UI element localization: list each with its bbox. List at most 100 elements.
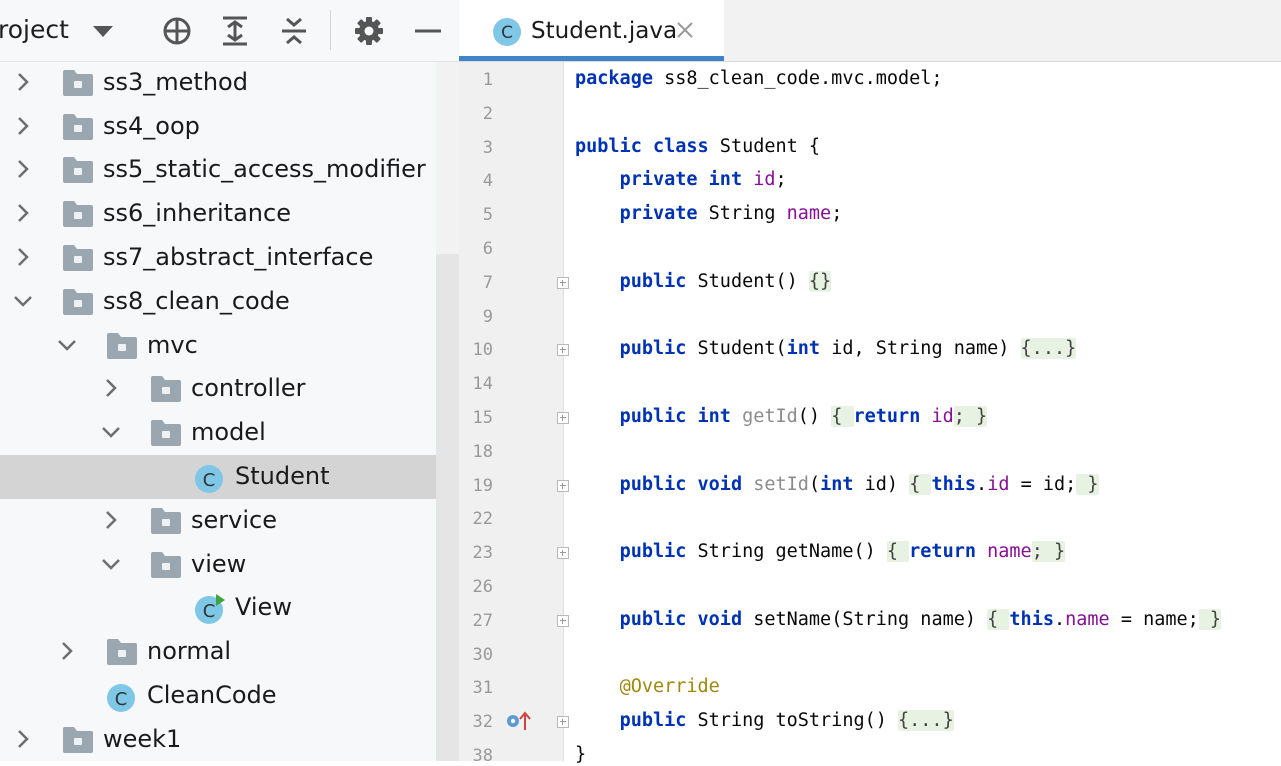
tree-item-ss7_abstract_interface[interactable]: ss7_abstract_interface bbox=[0, 236, 436, 280]
code-token: private bbox=[619, 169, 698, 191]
class-icon: C bbox=[106, 681, 138, 713]
code-token: id) bbox=[853, 473, 910, 495]
tree-item-label: ss5_static_access_modifier bbox=[103, 155, 426, 184]
code-token: int bbox=[697, 406, 731, 427]
code-token: ss8_clean_code.mvc.model; bbox=[652, 68, 943, 89]
code-token: Student() bbox=[686, 270, 809, 292]
code-token: setId bbox=[753, 473, 809, 495]
folder-icon bbox=[62, 726, 94, 754]
line-number: 32 bbox=[472, 712, 493, 733]
chevron-right-icon[interactable] bbox=[11, 70, 35, 94]
tree-item-ss4_oop[interactable]: ss4_oop bbox=[0, 105, 436, 149]
code-line: private String name; bbox=[575, 203, 843, 225]
fold-marker[interactable] bbox=[557, 276, 569, 289]
chevron-down-icon[interactable] bbox=[11, 289, 35, 313]
tree-item-label: mvc bbox=[147, 330, 198, 359]
folder-icon bbox=[150, 375, 182, 403]
code-token: {...} bbox=[1020, 338, 1077, 360]
gear-icon[interactable] bbox=[352, 14, 386, 48]
code-token: = name; bbox=[1109, 608, 1199, 630]
minimize-icon[interactable] bbox=[411, 14, 445, 48]
tree-item-normal[interactable]: normal bbox=[0, 630, 436, 674]
code-token: = id; bbox=[1009, 473, 1077, 495]
code-token: @Override bbox=[619, 676, 720, 698]
tree-item-controller[interactable]: controller bbox=[0, 367, 436, 411]
chevron-down-icon[interactable] bbox=[99, 420, 123, 444]
code-token: id bbox=[987, 473, 1010, 495]
code-token: ; } bbox=[1031, 541, 1066, 563]
project-tree: ss2_array_loopss3_methodss4_oopss5_stati… bbox=[0, 0, 459, 761]
fold-marker[interactable] bbox=[557, 479, 569, 492]
collapse-all-icon[interactable] bbox=[277, 14, 311, 48]
code-line: private int id; bbox=[575, 169, 787, 190]
folder-icon bbox=[62, 156, 94, 184]
tree-item-model[interactable]: model bbox=[0, 411, 436, 455]
tree-item-cleancode[interactable]: C CleanCode bbox=[0, 674, 436, 718]
fold-marker[interactable] bbox=[557, 547, 569, 560]
code-token: void bbox=[697, 608, 743, 630]
code-token: } bbox=[1076, 473, 1099, 495]
tree-item-ss8_clean_code[interactable]: ss8_clean_code bbox=[0, 280, 436, 324]
chevron-down-icon[interactable] bbox=[99, 552, 123, 576]
code-token: } bbox=[575, 744, 587, 765]
chevron-down-icon[interactable] bbox=[55, 333, 79, 357]
line-number: 22 bbox=[472, 509, 493, 530]
code-token: String toString() bbox=[686, 710, 899, 732]
tree-item-label: normal bbox=[147, 637, 232, 666]
tree-item-student[interactable]: C Student bbox=[0, 455, 436, 499]
fold-marker[interactable] bbox=[557, 716, 569, 729]
code-token: return bbox=[909, 541, 976, 563]
fold-marker[interactable] bbox=[557, 412, 569, 424]
expand-all-icon[interactable] bbox=[218, 14, 252, 48]
editor-gutter: 1 2 3 4 5 6 7 9 10 14 15 18 19 22 23 26 27 30 31 32 38 bbox=[459, 62, 569, 766]
editor-tab-bar: C Student.java bbox=[459, 0, 1281, 62]
tree-item-service[interactable]: service bbox=[0, 499, 436, 543]
active-tab-indicator bbox=[459, 56, 724, 61]
tree-item-view[interactable]: view bbox=[0, 543, 436, 587]
code-line: public class Student { bbox=[575, 136, 820, 157]
chevron-right-icon[interactable] bbox=[11, 245, 35, 269]
locate-icon[interactable] bbox=[160, 14, 194, 48]
fold-marker[interactable] bbox=[557, 344, 569, 357]
tree-item-view[interactable]: C View bbox=[0, 586, 436, 630]
code-token: public bbox=[575, 135, 642, 157]
chevron-right-icon[interactable] bbox=[11, 114, 35, 138]
tree-item-mvc[interactable]: mvc bbox=[0, 324, 436, 368]
line-number: 5 bbox=[482, 205, 493, 226]
tree-item-week1[interactable]: week1 bbox=[0, 718, 436, 761]
tree-item-ss5_static_access_modifier[interactable]: ss5_static_access_modifier bbox=[0, 148, 436, 192]
chevron-right-icon[interactable] bbox=[99, 376, 123, 400]
code-line: public String toString() {...} bbox=[575, 710, 954, 732]
tree-item-ss3_method[interactable]: ss3_method bbox=[0, 61, 436, 105]
tab-student-java[interactable]: C Student.java bbox=[459, 0, 724, 61]
override-marker-icon[interactable] bbox=[505, 710, 531, 732]
panel-title[interactable]: roject bbox=[0, 15, 69, 44]
chevron-right-icon[interactable] bbox=[11, 727, 35, 751]
chevron-down-icon[interactable] bbox=[86, 14, 120, 48]
code-token: id bbox=[753, 169, 776, 191]
tree-item-label: ss8_clean_code bbox=[103, 286, 290, 315]
chevron-right-icon[interactable] bbox=[55, 639, 79, 663]
code-token: Student { bbox=[708, 135, 821, 157]
code-token: this bbox=[931, 473, 977, 495]
tree-item-label: CleanCode bbox=[147, 681, 277, 709]
tree-item-ss6_inheritance[interactable]: ss6_inheritance bbox=[0, 192, 436, 236]
close-icon[interactable] bbox=[675, 20, 695, 40]
chevron-right-icon[interactable] bbox=[99, 508, 123, 532]
code-token: ; bbox=[831, 203, 843, 225]
folder-icon bbox=[62, 200, 94, 228]
chevron-right-icon[interactable] bbox=[11, 201, 35, 225]
tree-item-label: view bbox=[191, 549, 247, 578]
chevron-right-icon[interactable] bbox=[11, 157, 35, 181]
line-number: 2 bbox=[482, 103, 493, 124]
line-number: 10 bbox=[472, 340, 493, 361]
fold-marker[interactable] bbox=[557, 614, 569, 627]
